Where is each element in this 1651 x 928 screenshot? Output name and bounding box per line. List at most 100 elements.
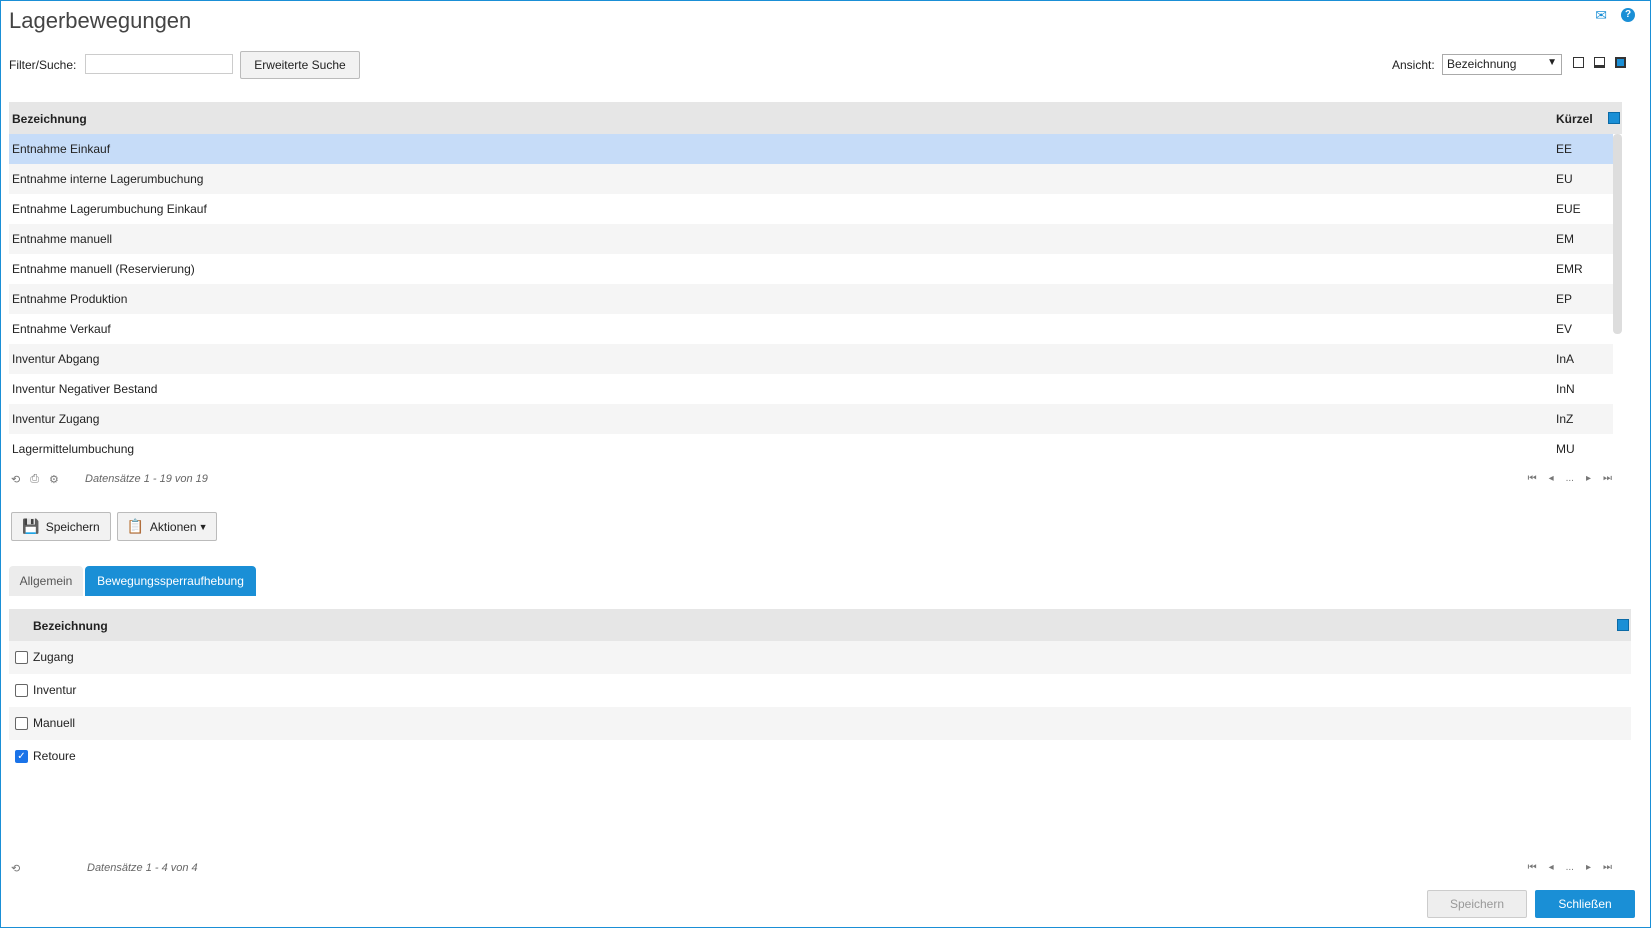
table-row[interactable]: Entnahme manuell (Reservierung) EMR bbox=[9, 254, 1613, 284]
footer-save-button[interactable]: Speichern bbox=[1427, 890, 1527, 918]
save-label: Speichern bbox=[45, 519, 100, 534]
filter-input[interactable] bbox=[85, 54, 233, 74]
sub-record-info: Datensätze 1 - 4 von 4 bbox=[87, 862, 198, 874]
table-row[interactable]: Lagermittelumbuchung MU bbox=[9, 434, 1613, 464]
print-icon[interactable]: ⎙ bbox=[30, 473, 39, 486]
cell-kuerzel: EUE bbox=[1556, 202, 1581, 216]
table-row[interactable]: Entnahme manuell EM bbox=[9, 224, 1613, 254]
grid-body: Entnahme Einkauf EE Entnahme interne Lager… bbox=[9, 134, 1622, 464]
last-page-icon[interactable]: ⏭ bbox=[1603, 862, 1612, 873]
list-item: Manuell bbox=[9, 707, 1631, 740]
table-row[interactable]: Entnahme Produktion EP bbox=[9, 284, 1613, 314]
actions-button[interactable]: 📋 Aktionen ▼ bbox=[117, 512, 217, 541]
tab-allgemein[interactable]: Allgemein bbox=[9, 566, 83, 596]
sub-grid-pager: ⟲ Datensätze 1 - 4 von 4 ⏮ ◂ ... ▸ ⏭ bbox=[9, 859, 1622, 879]
checkbox[interactable] bbox=[15, 717, 28, 730]
table-row[interactable]: Inventur Abgang InA bbox=[9, 344, 1613, 374]
refresh-icon[interactable]: ⟲ bbox=[11, 862, 20, 875]
record-info: Datensätze 1 - 19 von 19 bbox=[85, 473, 208, 485]
sub-grid-body: Zugang Inventur Manuell ✓ Retoure bbox=[9, 641, 1631, 773]
next-page-icon[interactable]: ▸ bbox=[1586, 473, 1591, 484]
top-icons: ✉ ? bbox=[1595, 8, 1635, 22]
cell-kuerzel: EE bbox=[1556, 142, 1573, 156]
cell-kuerzel: EMR bbox=[1556, 262, 1583, 276]
column-header-kuerzel[interactable]: Kürzel bbox=[1556, 112, 1593, 126]
grid-header: Bezeichnung Kürzel bbox=[9, 102, 1622, 134]
prev-page-icon[interactable]: ◂ bbox=[1549, 473, 1554, 484]
cell-bezeichnung: Entnahme Produktion bbox=[12, 292, 128, 306]
page-title: Lagerbewegungen bbox=[9, 8, 192, 33]
checkbox-label: Retoure bbox=[33, 749, 76, 763]
layout-split-icon[interactable] bbox=[1594, 57, 1605, 68]
actions-label: Aktionen bbox=[149, 519, 197, 534]
checkbox-label: Zugang bbox=[33, 650, 74, 664]
layout-single-icon[interactable] bbox=[1573, 57, 1584, 68]
advanced-search-button[interactable]: Erweiterte Suche bbox=[240, 51, 360, 79]
cell-kuerzel: InA bbox=[1556, 352, 1575, 366]
cell-kuerzel: EP bbox=[1556, 292, 1573, 306]
column-header-bezeichnung[interactable]: Bezeichnung bbox=[12, 112, 87, 126]
checkbox-label: Manuell bbox=[33, 716, 76, 730]
first-page-icon[interactable]: ⏮ bbox=[1528, 862, 1537, 873]
layout-detail-icon[interactable] bbox=[1615, 57, 1626, 68]
clipboard-icon: 📋 bbox=[126, 518, 144, 534]
chevron-down-icon: ▼ bbox=[1547, 57, 1557, 68]
checkbox[interactable] bbox=[15, 684, 28, 697]
table-row[interactable]: Entnahme Lagerumbuchung Einkauf EUE bbox=[9, 194, 1613, 224]
column-config-icon[interactable] bbox=[1608, 112, 1620, 124]
cell-kuerzel: EU bbox=[1556, 172, 1573, 186]
next-page-icon[interactable]: ▸ bbox=[1586, 862, 1591, 873]
first-page-icon[interactable]: ⏮ bbox=[1528, 473, 1537, 484]
cell-bezeichnung: Inventur Zugang bbox=[12, 412, 100, 426]
sub-grid: Bezeichnung Zugang Inventur Manuell ✓ Retour… bbox=[9, 609, 1631, 773]
table-row[interactable]: Inventur Zugang InZ bbox=[9, 404, 1613, 434]
tab-bewegungssperraufhebung[interactable]: Bewegungssperraufhebung bbox=[85, 566, 256, 596]
list-item: Inventur bbox=[9, 674, 1631, 707]
prev-page-icon[interactable]: ◂ bbox=[1549, 862, 1554, 873]
page-ellipsis: ... bbox=[1565, 473, 1574, 484]
cell-bezeichnung: Lagermittelumbuchung bbox=[12, 442, 135, 456]
sub-grid-header: Bezeichnung bbox=[9, 609, 1631, 641]
view-select[interactable]: Bezeichnung ▼ bbox=[1442, 54, 1562, 75]
cell-kuerzel: EM bbox=[1556, 232, 1574, 246]
settings-icon[interactable]: ⚙ bbox=[49, 473, 59, 486]
help-icon[interactable]: ? bbox=[1621, 8, 1635, 22]
cell-kuerzel: MU bbox=[1556, 442, 1575, 456]
checkbox[interactable] bbox=[15, 651, 28, 664]
checkbox-label: Inventur bbox=[33, 683, 77, 697]
table-row[interactable]: Entnahme Verkauf EV bbox=[9, 314, 1613, 344]
cell-bezeichnung: Inventur Negativer Bestand bbox=[12, 382, 158, 396]
cell-bezeichnung: Entnahme Lagerumbuchung Einkauf bbox=[12, 202, 207, 216]
grid-scrollbar[interactable] bbox=[1613, 134, 1622, 334]
table-row[interactable]: Entnahme interne Lagerumbuchung EU bbox=[9, 164, 1613, 194]
caret-down-icon: ▼ bbox=[198, 521, 208, 532]
cell-bezeichnung: Entnahme Einkauf bbox=[12, 142, 111, 156]
mail-icon[interactable]: ✉ bbox=[1595, 8, 1607, 22]
table-row[interactable]: Inventur Negativer Bestand InN bbox=[9, 374, 1613, 404]
column-header-bezeichnung[interactable]: Bezeichnung bbox=[33, 619, 108, 633]
table-row[interactable]: Entnahme Einkauf EE bbox=[9, 134, 1613, 164]
close-button[interactable]: Schließen bbox=[1535, 890, 1635, 918]
last-page-icon[interactable]: ⏭ bbox=[1603, 473, 1612, 484]
view-label: Ansicht: bbox=[1392, 58, 1435, 72]
cell-bezeichnung: Entnahme manuell (Reservierung) bbox=[12, 262, 195, 276]
page-ellipsis: ... bbox=[1565, 862, 1574, 873]
cell-bezeichnung: Entnahme Verkauf bbox=[12, 322, 111, 336]
grid-pager: ⟲ ⎙ ⚙ Datensätze 1 - 19 von 19 ⏮ ◂ ... ▸… bbox=[9, 470, 1622, 490]
cell-bezeichnung: Inventur Abgang bbox=[12, 352, 100, 366]
main-grid: Bezeichnung Kürzel Entnahme Einkauf EE Ent… bbox=[9, 102, 1622, 468]
cell-bezeichnung: Entnahme interne Lagerumbuchung bbox=[12, 172, 204, 186]
cell-kuerzel: EV bbox=[1556, 322, 1573, 336]
save-button[interactable]: 💾 Speichern bbox=[11, 512, 111, 541]
cell-kuerzel: InN bbox=[1556, 382, 1575, 396]
save-icon: 💾 bbox=[22, 518, 40, 534]
checkbox[interactable]: ✓ bbox=[15, 750, 28, 763]
column-config-icon[interactable] bbox=[1617, 619, 1629, 631]
filter-label: Filter/Suche: bbox=[9, 58, 77, 72]
cell-kuerzel: InZ bbox=[1556, 412, 1574, 426]
list-item: ✓ Retoure bbox=[9, 740, 1631, 773]
refresh-icon[interactable]: ⟲ bbox=[11, 473, 20, 486]
layout-icons bbox=[1573, 57, 1626, 68]
view-select-value: Bezeichnung bbox=[1447, 57, 1517, 71]
cell-bezeichnung: Entnahme manuell bbox=[12, 232, 113, 246]
